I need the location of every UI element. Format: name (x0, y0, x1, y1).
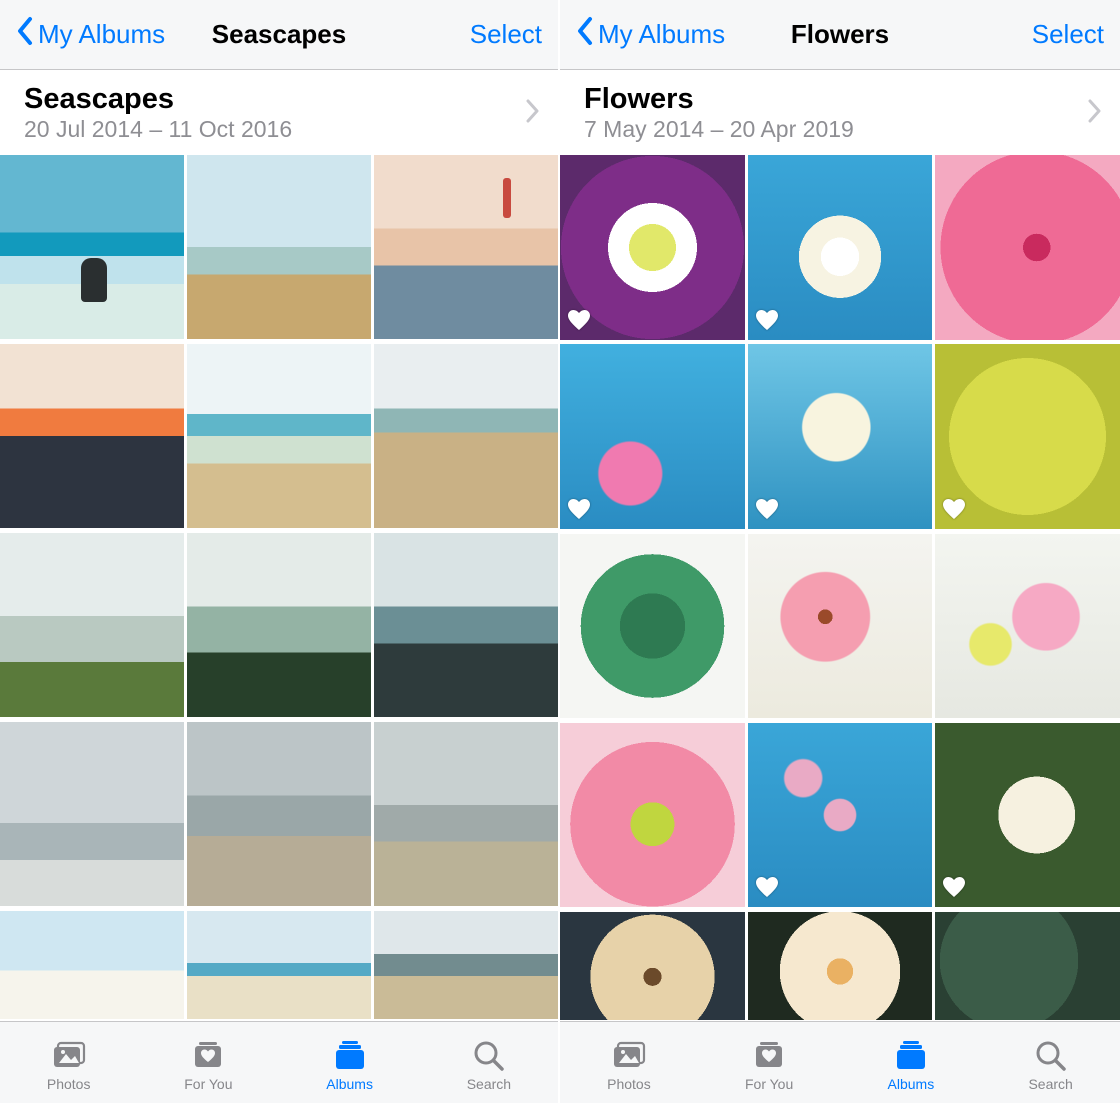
favorite-heart-icon (756, 877, 778, 899)
nav-bar: My AlbumsSeascapesSelect (0, 0, 558, 70)
tab-bar: Photos For You Albums Search (0, 1021, 558, 1103)
photo-thumbnail[interactable] (187, 533, 371, 717)
tab-bar: Photos For You Albums Search (560, 1021, 1120, 1103)
favorite-heart-icon (943, 877, 965, 899)
album-date-range: 20 Jul 2014 – 11 Oct 2016 (24, 116, 292, 143)
select-button[interactable]: Select (1032, 19, 1104, 50)
tab-albums[interactable]: Albums (326, 1039, 373, 1092)
tab-photos[interactable]: Photos (607, 1039, 651, 1092)
photos-icon (611, 1039, 647, 1074)
albums-icon (332, 1039, 368, 1074)
tab-label: Albums (326, 1076, 373, 1092)
photo-thumbnail[interactable] (748, 534, 933, 719)
photo-thumbnail[interactable] (187, 155, 371, 339)
tab-label: Search (467, 1076, 511, 1092)
photo-thumbnail[interactable] (187, 722, 371, 906)
photo-thumbnail[interactable] (187, 911, 371, 1019)
album-header[interactable]: Flowers7 May 2014 – 20 Apr 2019 (560, 70, 1120, 155)
photo-thumbnail[interactable] (187, 344, 371, 528)
album-title: Flowers (584, 84, 854, 114)
search-icon (471, 1039, 507, 1074)
tab-label: For You (745, 1076, 793, 1092)
photo-thumbnail[interactable] (560, 344, 745, 529)
chevron-right-icon (526, 99, 540, 128)
photo-thumbnail[interactable] (374, 722, 558, 906)
photo-thumbnail[interactable] (0, 155, 184, 339)
back-label: My Albums (598, 19, 725, 50)
photo-grid (0, 155, 558, 1021)
tab-albums[interactable]: Albums (888, 1039, 935, 1092)
album-header[interactable]: Seascapes20 Jul 2014 – 11 Oct 2016 (0, 70, 558, 155)
tab-label: For You (184, 1076, 232, 1092)
photo-thumbnail[interactable] (748, 723, 933, 908)
tab-for-you[interactable]: For You (184, 1039, 232, 1092)
photo-thumbnail[interactable] (935, 912, 1120, 1020)
chevron-left-icon (576, 16, 598, 53)
nav-bar: My AlbumsFlowersSelect (560, 0, 1120, 70)
photo-thumbnail[interactable] (560, 912, 745, 1020)
photo-thumbnail[interactable] (374, 155, 558, 339)
photo-grid (560, 155, 1120, 1021)
back-button[interactable]: My Albums (16, 16, 165, 53)
select-button[interactable]: Select (470, 19, 542, 50)
back-button[interactable]: My Albums (576, 16, 725, 53)
tab-label: Albums (888, 1076, 935, 1092)
photo-thumbnail[interactable] (748, 155, 933, 340)
for-you-icon (190, 1039, 226, 1074)
favorite-heart-icon (756, 499, 778, 521)
photo-thumbnail[interactable] (560, 534, 745, 719)
tab-for-you[interactable]: For You (745, 1039, 793, 1092)
tab-label: Search (1028, 1076, 1072, 1092)
search-icon (1033, 1039, 1069, 1074)
photos-icon (51, 1039, 87, 1074)
tab-label: Photos (47, 1076, 91, 1092)
photo-thumbnail[interactable] (0, 344, 184, 528)
photo-thumbnail[interactable] (560, 155, 745, 340)
tab-search[interactable]: Search (1028, 1039, 1072, 1092)
favorite-heart-icon (568, 310, 590, 332)
photo-thumbnail[interactable] (935, 155, 1120, 340)
photo-thumbnail[interactable] (0, 911, 184, 1019)
photo-thumbnail[interactable] (935, 534, 1120, 719)
albums-icon (893, 1039, 929, 1074)
photo-thumbnail[interactable] (935, 344, 1120, 529)
album-date-range: 7 May 2014 – 20 Apr 2019 (584, 116, 854, 143)
favorite-heart-icon (568, 499, 590, 521)
tab-photos[interactable]: Photos (47, 1039, 91, 1092)
tab-label: Photos (607, 1076, 651, 1092)
photo-thumbnail[interactable] (935, 723, 1120, 908)
photo-thumbnail[interactable] (0, 533, 184, 717)
photo-thumbnail[interactable] (374, 344, 558, 528)
favorite-heart-icon (943, 499, 965, 521)
photo-thumbnail[interactable] (374, 533, 558, 717)
back-label: My Albums (38, 19, 165, 50)
tab-search[interactable]: Search (467, 1039, 511, 1092)
for-you-icon (751, 1039, 787, 1074)
photo-thumbnail[interactable] (0, 722, 184, 906)
photo-thumbnail[interactable] (748, 912, 933, 1020)
chevron-right-icon (1088, 99, 1102, 128)
photo-thumbnail[interactable] (374, 911, 558, 1019)
chevron-left-icon (16, 16, 38, 53)
photo-thumbnail[interactable] (748, 344, 933, 529)
album-title: Seascapes (24, 84, 292, 114)
favorite-heart-icon (756, 310, 778, 332)
photo-thumbnail[interactable] (560, 723, 745, 908)
